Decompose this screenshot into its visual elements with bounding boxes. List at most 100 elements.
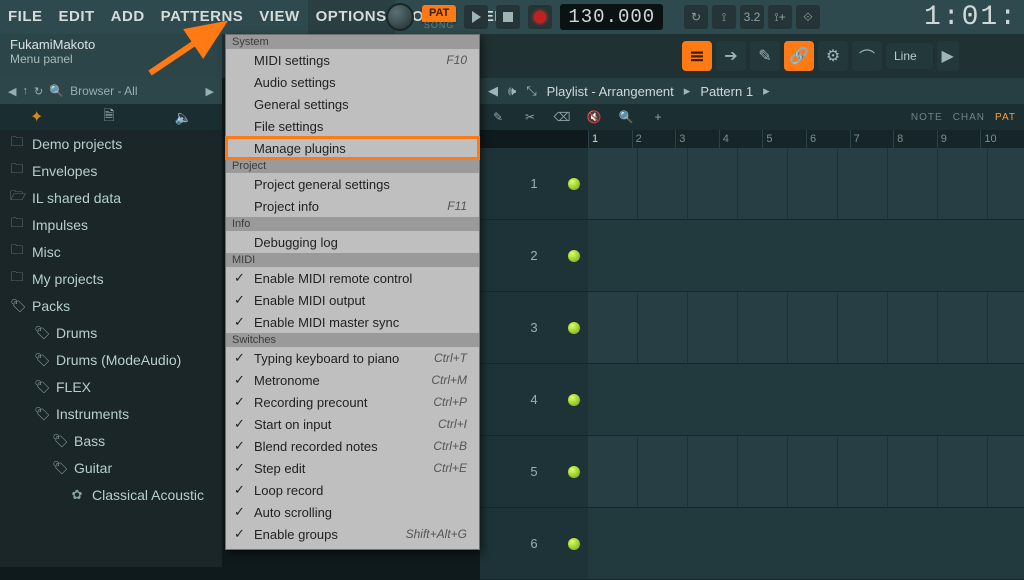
browser-tree[interactable]: 🗀Demo projects🗀Envelopes🗁IL shared data🗀…: [0, 130, 222, 567]
tree-item[interactable]: 🗀Misc: [0, 238, 222, 265]
tree-item[interactable]: 🏷Drums: [0, 319, 222, 346]
playlist-audio-icon[interactable]: 🕪: [508, 83, 516, 99]
tool-channel-rack[interactable]: [682, 41, 712, 71]
tree-item[interactable]: 🗀My projects: [0, 265, 222, 292]
track-active-lamp[interactable]: [568, 250, 580, 262]
track-header[interactable]: 3: [480, 292, 588, 364]
browser-fwd-icon[interactable]: ▶: [206, 85, 214, 98]
tree-item[interactable]: 🗀Impulses: [0, 211, 222, 238]
dropdown-item[interactable]: MIDI settingsF10: [226, 49, 479, 71]
ruler-tick[interactable]: 5: [762, 130, 806, 148]
ruler-tick[interactable]: 6: [806, 130, 850, 148]
playlist-sync-icon[interactable]: ⤡: [526, 83, 536, 99]
tool-indicator[interactable]: ⟟+: [768, 5, 792, 29]
ruler-tick[interactable]: 3: [675, 130, 719, 148]
track-grid[interactable]: [588, 292, 1024, 364]
tool-link[interactable]: 🔗: [784, 41, 814, 71]
ruler-tick[interactable]: 1: [588, 130, 632, 148]
dropdown-item[interactable]: Enable MIDI master sync: [226, 311, 479, 333]
tree-item[interactable]: 🏷Guitar: [0, 454, 222, 481]
browser-refresh-icon[interactable]: ↻: [34, 85, 43, 98]
track-grid[interactable]: [588, 364, 1024, 436]
playlist-tracks[interactable]: 123456: [480, 148, 1024, 567]
tool-arrow[interactable]: ➔: [716, 41, 746, 71]
dropdown-item[interactable]: Blend recorded notesCtrl+B: [226, 435, 479, 457]
track-row[interactable]: 2: [480, 220, 1024, 292]
playlist-tool[interactable]: 🔍: [616, 107, 636, 127]
tool-indicator[interactable]: 3.2: [740, 5, 764, 29]
dropdown-item[interactable]: Project infoF11: [226, 195, 479, 217]
tree-item[interactable]: ✿Classical Acoustic: [0, 481, 222, 508]
dropdown-item[interactable]: Enable groupsShift+Alt+G: [226, 523, 479, 545]
track-active-lamp[interactable]: [568, 322, 580, 334]
dropdown-item[interactable]: Typing keyboard to pianoCtrl+T: [226, 347, 479, 369]
snap-mode-select[interactable]: Line: [886, 43, 933, 69]
dropdown-item[interactable]: Enable MIDI output: [226, 289, 479, 311]
dropdown-item[interactable]: Recording precountCtrl+P: [226, 391, 479, 413]
track-header[interactable]: 2: [480, 220, 588, 292]
stop-button[interactable]: [496, 5, 520, 29]
track-row[interactable]: 5: [480, 436, 1024, 508]
playlist-tool[interactable]: ✂: [520, 107, 540, 127]
menu-patterns[interactable]: PATTERNS: [153, 0, 252, 34]
dropdown-item[interactable]: General settings: [226, 93, 479, 115]
playlist-tool[interactable]: ✎: [488, 107, 508, 127]
tree-item[interactable]: 🏷Bass: [0, 427, 222, 454]
tool-indicator[interactable]: ↻: [684, 5, 708, 29]
tree-item[interactable]: 🏷FLEX: [0, 373, 222, 400]
browser-audio-icon[interactable]: 🔈: [175, 109, 192, 126]
browser-back-icon[interactable]: ◀: [8, 85, 16, 98]
track-active-lamp[interactable]: [568, 466, 580, 478]
pat-song-toggle[interactable]: PAT SONG: [422, 5, 456, 30]
tree-item[interactable]: 🏷Instruments: [0, 400, 222, 427]
track-grid[interactable]: [588, 220, 1024, 292]
playlist-tool[interactable]: ⌫: [552, 107, 572, 127]
tree-item[interactable]: 🏷Drums (ModeAudio): [0, 346, 222, 373]
track-row[interactable]: 3: [480, 292, 1024, 364]
track-header[interactable]: 1: [480, 148, 588, 220]
dropdown-item[interactable]: Loop record: [226, 479, 479, 501]
tool-indicator[interactable]: ⟐: [796, 5, 820, 29]
playlist-tool[interactable]: +: [648, 107, 668, 127]
track-active-lamp[interactable]: [568, 178, 580, 190]
track-active-lamp[interactable]: [568, 394, 580, 406]
record-button[interactable]: [528, 5, 552, 29]
ruler-tick[interactable]: 2: [632, 130, 676, 148]
track-row[interactable]: 1: [480, 148, 1024, 220]
dropdown-item[interactable]: MetronomeCtrl+M: [226, 369, 479, 391]
tree-item[interactable]: 🗀Demo projects: [0, 130, 222, 157]
browser-up-icon[interactable]: ↑: [22, 85, 28, 97]
track-header[interactable]: 4: [480, 364, 588, 436]
dropdown-item[interactable]: Auto scrolling: [226, 501, 479, 523]
ruler-tick[interactable]: 8: [893, 130, 937, 148]
dropdown-item[interactable]: Project general settings: [226, 173, 479, 195]
ruler-tick[interactable]: 4: [719, 130, 763, 148]
dropdown-item[interactable]: Audio settings: [226, 71, 479, 93]
tool-indicator[interactable]: ⟟: [712, 5, 736, 29]
tree-item[interactable]: 🗀Envelopes: [0, 157, 222, 184]
track-header[interactable]: 5: [480, 436, 588, 508]
mode-label[interactable]: NOTE: [911, 112, 943, 123]
playlist-tool[interactable]: 🔇: [584, 107, 604, 127]
mode-label[interactable]: CHAN: [953, 112, 985, 123]
main-volume-knob[interactable]: [386, 3, 414, 31]
dropdown-item[interactable]: Manage plugins: [226, 137, 479, 159]
ruler-tick[interactable]: 10: [980, 130, 1024, 148]
track-row[interactable]: 4: [480, 364, 1024, 436]
dropdown-item[interactable]: File settings: [226, 115, 479, 137]
bpm-display[interactable]: 130.000: [560, 4, 663, 30]
dropdown-item[interactable]: Enable MIDI remote control: [226, 267, 479, 289]
tree-item[interactable]: 🗁IL shared data: [0, 184, 222, 211]
tool-brush[interactable]: ✎: [750, 41, 780, 71]
menu-file[interactable]: FILE: [0, 0, 51, 34]
ruler-tick[interactable]: 9: [937, 130, 981, 148]
tree-item[interactable]: 🏷Packs: [0, 292, 222, 319]
tool-snap[interactable]: ⌒: [852, 41, 882, 71]
dropdown-item[interactable]: Step editCtrl+E: [226, 457, 479, 479]
track-grid[interactable]: [588, 508, 1024, 580]
tool-wrench[interactable]: ⚙: [818, 41, 848, 71]
track-row[interactable]: 6: [480, 508, 1024, 580]
menu-edit[interactable]: EDIT: [51, 0, 103, 34]
ruler-tick[interactable]: 7: [850, 130, 894, 148]
track-grid[interactable]: [588, 148, 1024, 220]
